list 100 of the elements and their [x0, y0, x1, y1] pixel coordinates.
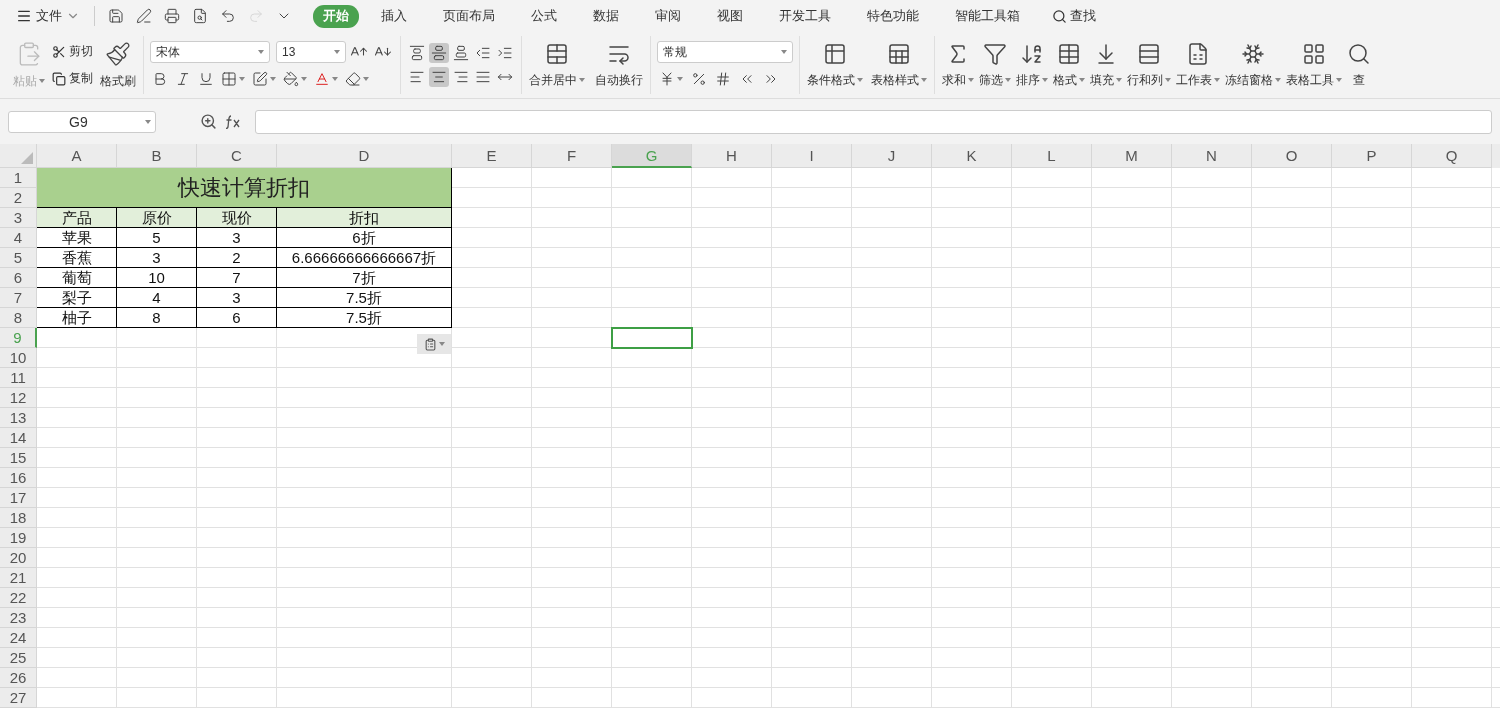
column-header[interactable]: H [692, 144, 772, 168]
ribbon-button[interactable]: 筛选 [978, 39, 1012, 91]
align-button[interactable] [407, 43, 427, 63]
align-button[interactable] [429, 67, 449, 87]
row-header[interactable]: 17 [0, 488, 37, 508]
ribbon-tab[interactable]: 页面布局 [433, 4, 505, 28]
row-header[interactable]: 22 [0, 588, 37, 608]
font-tool-button[interactable] [250, 69, 278, 89]
row-header[interactable]: 13 [0, 408, 37, 428]
column-header[interactable]: K [932, 144, 1012, 168]
row-header[interactable]: 18 [0, 508, 37, 528]
ribbon-button[interactable]: 冻结窗格 [1224, 39, 1282, 91]
ribbon-button[interactable]: 自动换行 [594, 39, 644, 91]
table-cell: 香蕉 [37, 248, 117, 268]
row-header[interactable]: 3 [0, 208, 37, 228]
name-box[interactable]: G9 [8, 110, 156, 133]
copy-icon [52, 71, 66, 86]
search-button[interactable]: 查找 [1046, 6, 1102, 26]
column-header[interactable]: M [1092, 144, 1172, 168]
active-cell[interactable] [612, 328, 692, 348]
spreadsheet-icon [1186, 41, 1210, 66]
row-header[interactable]: 26 [0, 668, 37, 688]
ribbon-tab[interactable]: 审阅 [645, 4, 691, 28]
column-header[interactable]: O [1252, 144, 1332, 168]
font-size-select[interactable]: 13 [276, 41, 346, 63]
column-header[interactable]: L [1012, 144, 1092, 168]
caret-icon [363, 77, 369, 81]
ribbon-button[interactable]: 表格样式 [870, 39, 928, 91]
ribbon-button[interactable]: 合并居中 [528, 39, 586, 91]
cut-button[interactable]: 剪切 [50, 41, 95, 62]
row-header[interactable]: 25 [0, 648, 37, 668]
row-header[interactable]: 10 [0, 348, 37, 368]
row-header[interactable]: 1 [0, 168, 37, 188]
ribbon-button[interactable]: 求和 [941, 39, 975, 91]
caret-icon [1042, 78, 1048, 82]
row-header[interactable]: 11 [0, 368, 37, 388]
header-cell: 现价 [197, 208, 277, 228]
column-header[interactable]: E [452, 144, 532, 168]
align-button[interactable] [429, 43, 449, 63]
row-header[interactable]: 21 [0, 568, 37, 588]
ribbon-tab[interactable]: 数据 [583, 4, 629, 28]
ribbon-tab[interactable]: 特色功能 [857, 4, 929, 28]
file-menu[interactable]: 文件 [12, 5, 84, 27]
column-header[interactable]: P [1332, 144, 1412, 168]
column-header[interactable]: D [277, 144, 452, 168]
caret-icon [1079, 78, 1085, 82]
table-cell: 8 [117, 308, 197, 328]
ribbon-tab[interactable]: 开发工具 [769, 4, 841, 28]
ribbon-tab[interactable]: 视图 [707, 4, 753, 28]
row-header[interactable]: 24 [0, 628, 37, 648]
number-format-select[interactable]: 常规 [657, 41, 793, 63]
row-header[interactable]: 8 [0, 308, 37, 328]
row-header[interactable]: 14 [0, 428, 37, 448]
ribbon-tab[interactable]: 公式 [521, 4, 567, 28]
ribbon-button[interactable]: 格式 [1052, 39, 1086, 91]
ribbon-button[interactable]: 表格工具 [1285, 39, 1343, 91]
column-header[interactable]: A [37, 144, 117, 168]
ribbon-tab[interactable]: 插入 [371, 4, 417, 28]
column-header[interactable]: I [772, 144, 852, 168]
caret-icon [301, 77, 307, 81]
paste-options-button[interactable] [417, 334, 451, 354]
font-tool-button[interactable] [281, 69, 309, 89]
column-header[interactable]: F [532, 144, 612, 168]
copy-button[interactable]: 复制 [50, 68, 95, 89]
row-header[interactable]: 7 [0, 288, 37, 308]
align-button[interactable] [451, 43, 471, 63]
row-header[interactable]: 4 [0, 228, 37, 248]
ribbon-button[interactable]: 排序 [1015, 39, 1049, 91]
row-header[interactable]: 5 [0, 248, 37, 268]
row-header[interactable]: 16 [0, 468, 37, 488]
column-header[interactable]: B [117, 144, 197, 168]
row-header[interactable]: 19 [0, 528, 37, 548]
row-header[interactable]: 6 [0, 268, 37, 288]
row-header[interactable]: 12 [0, 388, 37, 408]
row-header[interactable]: 20 [0, 548, 37, 568]
ribbon-tab[interactable]: 智能工具箱 [945, 4, 1030, 28]
format-painter-button[interactable]: 格式刷 [99, 38, 137, 92]
row-header[interactable]: 23 [0, 608, 37, 628]
ribbon-button[interactable]: 行和列 [1126, 39, 1172, 91]
ribbon-button[interactable]: 工作表 [1175, 39, 1221, 91]
row-header[interactable]: 15 [0, 448, 37, 468]
ribbon-button[interactable]: 查 [1346, 39, 1372, 91]
ribbon-button[interactable]: 填充 [1089, 39, 1123, 91]
triangle-icon [21, 152, 33, 164]
row-header[interactable]: 2 [0, 188, 37, 208]
caret-icon [239, 77, 245, 81]
column-header[interactable]: Q [1412, 144, 1492, 168]
underline-icon [198, 71, 214, 87]
column-header[interactable]: J [852, 144, 932, 168]
column-header[interactable]: N [1172, 144, 1252, 168]
column-header[interactable]: C [197, 144, 277, 168]
formula-input[interactable] [255, 109, 1492, 134]
ribbon-button[interactable]: 条件格式 [806, 39, 864, 91]
row-header[interactable]: 27 [0, 688, 37, 708]
font-select[interactable]: 宋体 [150, 41, 270, 63]
title-cell: 快速计算折扣 [37, 168, 452, 208]
italic-icon [175, 71, 191, 87]
font-tool-button[interactable] [343, 69, 371, 89]
font-tool-button[interactable] [219, 69, 247, 89]
border-grid-icon [221, 71, 237, 87]
